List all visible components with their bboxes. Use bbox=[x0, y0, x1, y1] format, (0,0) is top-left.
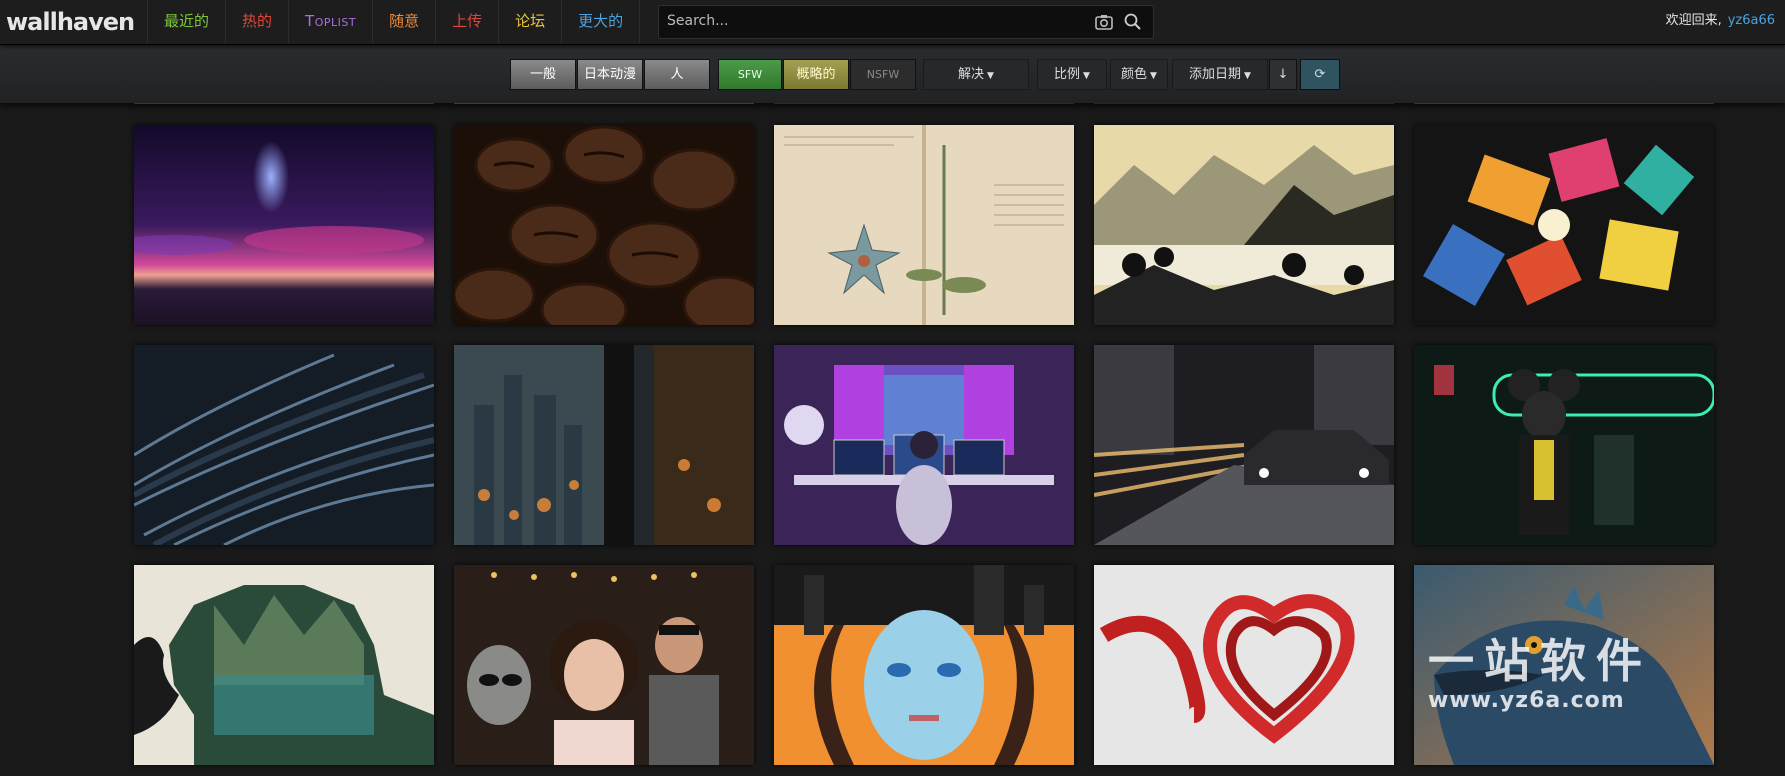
color-filter: 颜色 ▼ bbox=[1110, 59, 1169, 90]
thumb-dark-feathers[interactable] bbox=[134, 345, 434, 545]
resolution-filter: 解决 ▼ bbox=[923, 59, 1030, 90]
sort-direction-button[interactable]: ↓ bbox=[1269, 59, 1297, 90]
purity-toggles: SFW 概略的 NSFW bbox=[718, 59, 917, 90]
thumb-neon-mouse[interactable] bbox=[1414, 345, 1714, 545]
welcome-text: 欢迎回来, bbox=[1665, 13, 1722, 28]
thumb-nebula-sky[interactable] bbox=[134, 125, 434, 325]
thumb-gaming-room[interactable] bbox=[774, 345, 1074, 545]
sort-dropdown[interactable]: 添加日期 ▼ bbox=[1172, 59, 1268, 90]
thumb-alien-party[interactable] bbox=[454, 565, 754, 765]
thumb-red-ribbon-heart[interactable] bbox=[1094, 565, 1394, 765]
nav-upload[interactable]: 上传 bbox=[436, 0, 500, 44]
nav-hot[interactable]: 热的 bbox=[226, 0, 290, 44]
category-toggles: 一般 日本动漫 人 bbox=[510, 59, 711, 90]
purity-nsfw-button[interactable]: NSFW bbox=[850, 59, 916, 90]
category-people-button[interactable]: 人 bbox=[644, 59, 710, 90]
refresh-group: ⟳ bbox=[1300, 59, 1341, 90]
caret-down-icon: ▼ bbox=[987, 71, 994, 81]
color-dropdown[interactable]: 颜色 ▼ bbox=[1110, 59, 1168, 90]
ratio-dropdown[interactable]: 比例 ▼ bbox=[1037, 59, 1107, 90]
username-link[interactable]: yz6a66 bbox=[1728, 13, 1775, 28]
search-icon[interactable] bbox=[1122, 11, 1144, 33]
thumb-abstract-paint[interactable] bbox=[1414, 125, 1714, 325]
refresh-search-button[interactable]: ⟳ bbox=[1300, 59, 1340, 90]
thumb-night-car[interactable] bbox=[1094, 345, 1394, 545]
user-greeting: 欢迎回来, yz6a66 bbox=[1666, 0, 1775, 42]
thumb-botanical-manuscript[interactable] bbox=[774, 125, 1074, 325]
category-anime-button[interactable]: 日本动漫 bbox=[577, 59, 643, 90]
thumb-city-window-bokeh[interactable] bbox=[454, 345, 754, 545]
resolution-dropdown[interactable]: 解决 ▼ bbox=[923, 59, 1029, 90]
resolution-label: 解决 bbox=[958, 67, 985, 82]
main-nav: 最近的 热的 Toplist 随意 上传 论坛 更大的 bbox=[147, 0, 641, 44]
caret-down-icon: ▼ bbox=[1150, 71, 1157, 81]
sort-filter: 添加日期 ▼ ↓ bbox=[1172, 59, 1298, 90]
caret-down-icon: ▼ bbox=[1083, 71, 1090, 81]
search-input[interactable] bbox=[659, 6, 1095, 36]
category-general-button[interactable]: 一般 bbox=[510, 59, 576, 90]
purity-sketchy-button[interactable]: 概略的 bbox=[783, 59, 849, 90]
ratio-filter: 比例 ▼ bbox=[1037, 59, 1108, 90]
search-box bbox=[658, 5, 1154, 39]
top-navigation-bar: wallhaven 最近的 热的 Toplist 随意 上传 论坛 更大的 欢迎… bbox=[0, 0, 1785, 45]
thumb-ink-landscape[interactable] bbox=[1094, 125, 1394, 325]
watermark-url: www.yz6a.com bbox=[1428, 688, 1625, 713]
logo[interactable]: wallhaven bbox=[6, 4, 135, 40]
sort-label: 添加日期 bbox=[1189, 67, 1242, 82]
nav-random[interactable]: 随意 bbox=[373, 0, 437, 44]
watermark-title: 一站软件 bbox=[1428, 634, 1652, 688]
purity-sfw-button[interactable]: SFW bbox=[718, 59, 782, 90]
thumb-double-exposure-forest[interactable] bbox=[134, 565, 434, 765]
camera-icon[interactable] bbox=[1093, 11, 1115, 33]
nav-forums[interactable]: 论坛 bbox=[499, 0, 563, 44]
search-filter-bar: 一般 日本动漫 人 SFW 概略的 NSFW 解决 ▼ 比例 ▼ 颜色 ▼ 添加日期 ▼… bbox=[0, 45, 1785, 103]
thumb-coffee-beans[interactable] bbox=[454, 125, 754, 325]
caret-down-icon: ▼ bbox=[1244, 71, 1251, 81]
nav-toplist[interactable]: Toplist bbox=[289, 0, 374, 44]
color-label: 颜色 bbox=[1121, 67, 1148, 82]
refresh-icon: ⟳ bbox=[1314, 67, 1326, 82]
nav-latest[interactable]: 最近的 bbox=[148, 0, 227, 44]
ratio-label: 比例 bbox=[1054, 67, 1081, 82]
nav-more[interactable]: 更大的 bbox=[562, 0, 641, 44]
arrow-down-icon: ↓ bbox=[1277, 67, 1289, 82]
thumb-glitch-face[interactable] bbox=[774, 565, 1074, 765]
